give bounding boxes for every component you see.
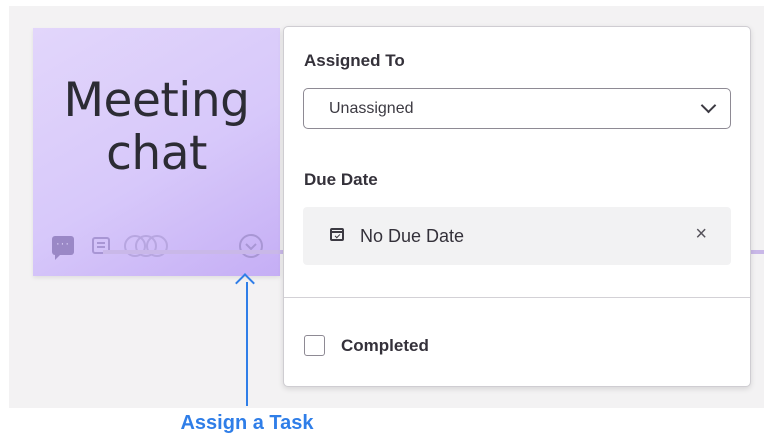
annotation-arrow-line [246, 282, 248, 406]
calendar-icon [330, 227, 344, 241]
completed-label: Completed [341, 336, 429, 355]
task-panel: Assigned To Unassigned Due Date No Due D… [283, 26, 751, 387]
assigned-to-label: Assigned To [304, 51, 405, 70]
due-date-value: No Due Date [360, 225, 465, 246]
assignee-value: Unassigned [329, 99, 414, 117]
due-date-field[interactable]: No Due Date × [303, 207, 731, 265]
task-icon[interactable] [239, 234, 263, 258]
completed-checkbox[interactable] [304, 335, 325, 356]
assignee-select[interactable]: Unassigned [303, 88, 731, 129]
avatars-icon[interactable] [122, 233, 184, 259]
divider [284, 297, 750, 298]
sticky-note-title: Meeting chat [63, 73, 251, 181]
comment-dots: ··· [56, 237, 70, 250]
chevron-down-icon [700, 97, 717, 114]
due-date-label: Due Date [304, 170, 378, 189]
annotation-label: Assign a Task [180, 412, 314, 434]
sticky-note[interactable]: Meeting chat ··· [33, 28, 280, 276]
comment-icon[interactable]: ··· [52, 236, 74, 260]
close-icon[interactable]: × [695, 224, 707, 244]
